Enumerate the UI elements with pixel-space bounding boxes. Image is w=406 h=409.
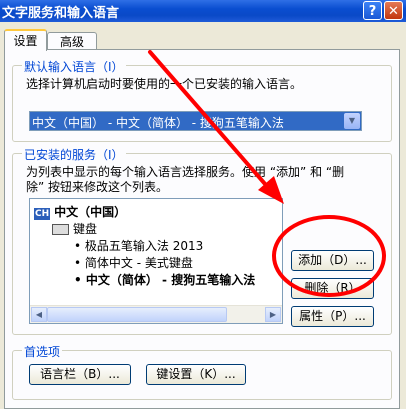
installed-services-description-2: 除” 按钮来修改这个列表。	[26, 180, 169, 194]
tree-category-label: 键盘	[73, 222, 98, 236]
tab-advanced[interactable]: 高级	[47, 32, 97, 50]
default-language-select[interactable]: 中文（中国） - 中文（简体） - 搜狗五笔输入法 ▼	[29, 111, 362, 131]
scroll-right-icon[interactable]: ▶	[265, 307, 281, 322]
tree-language-label: 中文（中国）	[54, 205, 127, 219]
tree-item[interactable]: • 极品五笔输入法 2013	[74, 237, 203, 254]
language-code-icon: CH	[34, 208, 51, 220]
remove-button[interactable]: 删除（R）	[291, 278, 374, 299]
horizontal-scrollbar[interactable]: ◀ ▶	[30, 305, 282, 323]
scroll-thumb[interactable]	[47, 307, 227, 322]
keyboard-icon	[52, 224, 69, 235]
help-button[interactable]: ?	[363, 1, 382, 20]
services-tree[interactable]: CH 中文（中国） 键盘 • 极品五笔输入法 2013 • 简体中文 - 美式键盘…	[29, 198, 283, 324]
default-language-legend: 默认输入语言（I）	[22, 58, 126, 75]
default-language-description: 选择计算机启动时要使用的一个已安装的输入语言。	[26, 77, 303, 91]
key-settings-button[interactable]: 键设置（K）...	[146, 364, 246, 385]
tree-item-default[interactable]: • 中文（简体） - 搜狗五笔输入法	[74, 271, 255, 288]
close-button[interactable]: ✕	[384, 1, 403, 20]
scroll-left-icon[interactable]: ◀	[31, 307, 47, 322]
tree-language-node[interactable]: CH 中文（中国）	[34, 203, 126, 220]
help-icon: ?	[368, 4, 377, 19]
dialog-window: 文字服务和输入语言 ? ✕ 设置 高级 默认输入语言（I） 选择计算机启动时要使…	[0, 0, 406, 409]
add-button[interactable]: 添加（D）...	[291, 250, 374, 271]
tab-settings[interactable]: 设置	[4, 29, 47, 51]
window-title: 文字服务和输入语言	[2, 6, 120, 21]
tree-item[interactable]: • 简体中文 - 美式键盘	[74, 254, 193, 271]
default-language-value: 中文（中国） - 中文（简体） - 搜狗五笔输入法	[32, 116, 284, 130]
installed-services-legend: 已安装的服务（I）	[22, 146, 126, 163]
properties-button[interactable]: 属性（P）...	[291, 306, 374, 327]
tree-category-node[interactable]: 键盘	[52, 220, 97, 237]
title-bar[interactable]: 文字服务和输入语言 ? ✕	[0, 0, 406, 22]
language-bar-button[interactable]: 语言栏（B）...	[29, 364, 131, 385]
preferences-legend: 首选项	[22, 343, 63, 360]
chevron-down-icon[interactable]: ▼	[344, 113, 360, 129]
close-icon: ✕	[388, 4, 399, 19]
